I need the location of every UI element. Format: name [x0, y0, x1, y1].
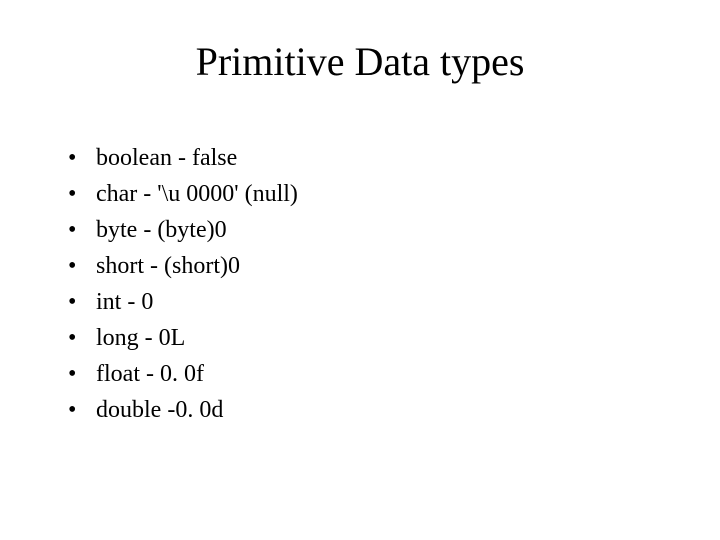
list-item: • char - '\u 0000' (null): [68, 176, 298, 212]
list-item: • byte - (byte)0: [68, 212, 298, 248]
list-item-text: long - 0L: [96, 320, 185, 356]
list-item: • short - (short)0: [68, 248, 298, 284]
bullet-icon: •: [68, 248, 96, 284]
list-item-text: byte - (byte)0: [96, 212, 227, 248]
list-item: • double -0. 0d: [68, 392, 298, 428]
list-item-text: double -0. 0d: [96, 392, 223, 428]
bullet-icon: •: [68, 392, 96, 428]
bullet-icon: •: [68, 320, 96, 356]
bullet-icon: •: [68, 176, 96, 212]
list-item: • long - 0L: [68, 320, 298, 356]
slide: Primitive Data types • boolean - false •…: [0, 0, 720, 540]
list-item-text: boolean - false: [96, 140, 237, 176]
list-item: • int - 0: [68, 284, 298, 320]
list-item: • boolean - false: [68, 140, 298, 176]
list-item-text: short - (short)0: [96, 248, 240, 284]
list-item: • float - 0. 0f: [68, 356, 298, 392]
bullet-icon: •: [68, 140, 96, 176]
bullet-icon: •: [68, 284, 96, 320]
list-item-text: float - 0. 0f: [96, 356, 204, 392]
bullet-list: • boolean - false • char - '\u 0000' (nu…: [68, 140, 298, 428]
list-item-text: int - 0: [96, 284, 153, 320]
bullet-icon: •: [68, 212, 96, 248]
list-item-text: char - '\u 0000' (null): [96, 176, 298, 212]
bullet-icon: •: [68, 356, 96, 392]
slide-title: Primitive Data types: [0, 38, 720, 85]
